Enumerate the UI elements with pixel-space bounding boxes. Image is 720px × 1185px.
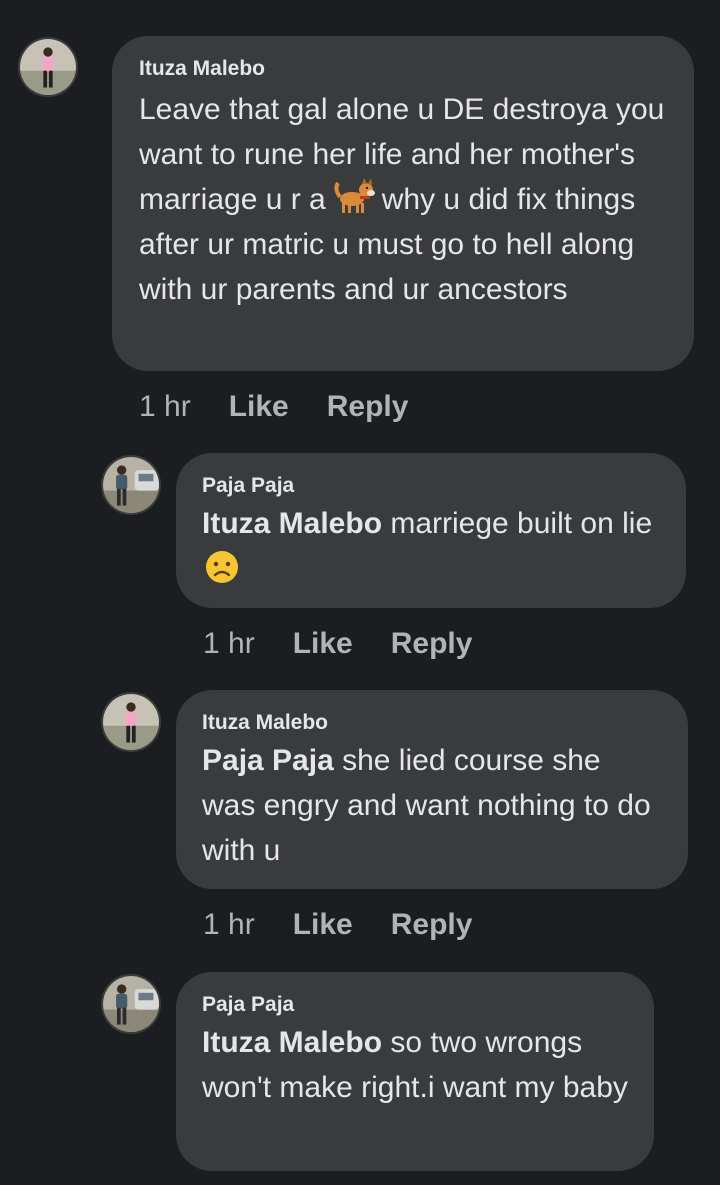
comment-bubble: Paja Paja Ituza Malebo so two wrongs won… xyxy=(176,972,654,1171)
comment-text: Leave that gal alone u DE destroya you w… xyxy=(139,87,668,312)
avatar[interactable] xyxy=(101,455,161,515)
comment-bubble: Paja Paja Ituza Malebo marriege built on… xyxy=(176,453,686,608)
avatar[interactable] xyxy=(101,974,161,1034)
avatar-woman-photo-icon xyxy=(103,694,159,750)
comment-text: Paja Paja she lied course she was engry … xyxy=(202,738,662,873)
like-button[interactable]: Like xyxy=(293,908,353,941)
mention-link[interactable]: Paja Paja xyxy=(202,744,334,777)
like-button[interactable]: Like xyxy=(229,390,289,423)
avatar-man-car-photo-icon xyxy=(103,976,159,1032)
reply-button[interactable]: Reply xyxy=(391,908,473,941)
comment-actions: 1 hr Like Reply xyxy=(139,389,408,425)
comment-author[interactable]: Ituza Malebo xyxy=(202,710,662,736)
comment-timestamp[interactable]: 1 hr xyxy=(203,627,255,660)
avatar-man-car-photo-icon xyxy=(103,457,159,513)
avatar-woman-photo-icon xyxy=(20,39,76,95)
comment-bubble: Ituza Malebo Leave that gal alone u DE d… xyxy=(112,36,694,371)
mention-link[interactable]: Ituza Malebo xyxy=(202,507,382,540)
mention-link[interactable]: Ituza Malebo xyxy=(202,1026,382,1059)
sad-face-emoji-icon xyxy=(206,551,238,583)
comment-timestamp[interactable]: 1 hr xyxy=(139,390,191,423)
comment-text: Ituza Malebo so two wrongs won't make ri… xyxy=(202,1020,628,1110)
comment-author[interactable]: Ituza Malebo xyxy=(139,56,668,82)
comment-author[interactable]: Paja Paja xyxy=(202,992,628,1018)
comment-author[interactable]: Paja Paja xyxy=(202,473,660,499)
reply-button[interactable]: Reply xyxy=(391,627,473,660)
comment-text: Ituza Malebo marriege built on lie xyxy=(202,501,660,591)
comment-bubble: Ituza Malebo Paja Paja she lied course s… xyxy=(176,690,688,889)
like-button[interactable]: Like xyxy=(293,627,353,660)
avatar[interactable] xyxy=(18,37,78,97)
comment-text-body: marriege built on lie xyxy=(382,507,653,540)
dog-emoji-icon xyxy=(334,178,375,213)
comment-timestamp[interactable]: 1 hr xyxy=(203,908,255,941)
avatar[interactable] xyxy=(101,692,161,752)
reply-button[interactable]: Reply xyxy=(327,390,409,423)
comment-actions: 1 hr Like Reply xyxy=(203,626,472,662)
comment-actions: 1 hr Like Reply xyxy=(203,907,472,943)
